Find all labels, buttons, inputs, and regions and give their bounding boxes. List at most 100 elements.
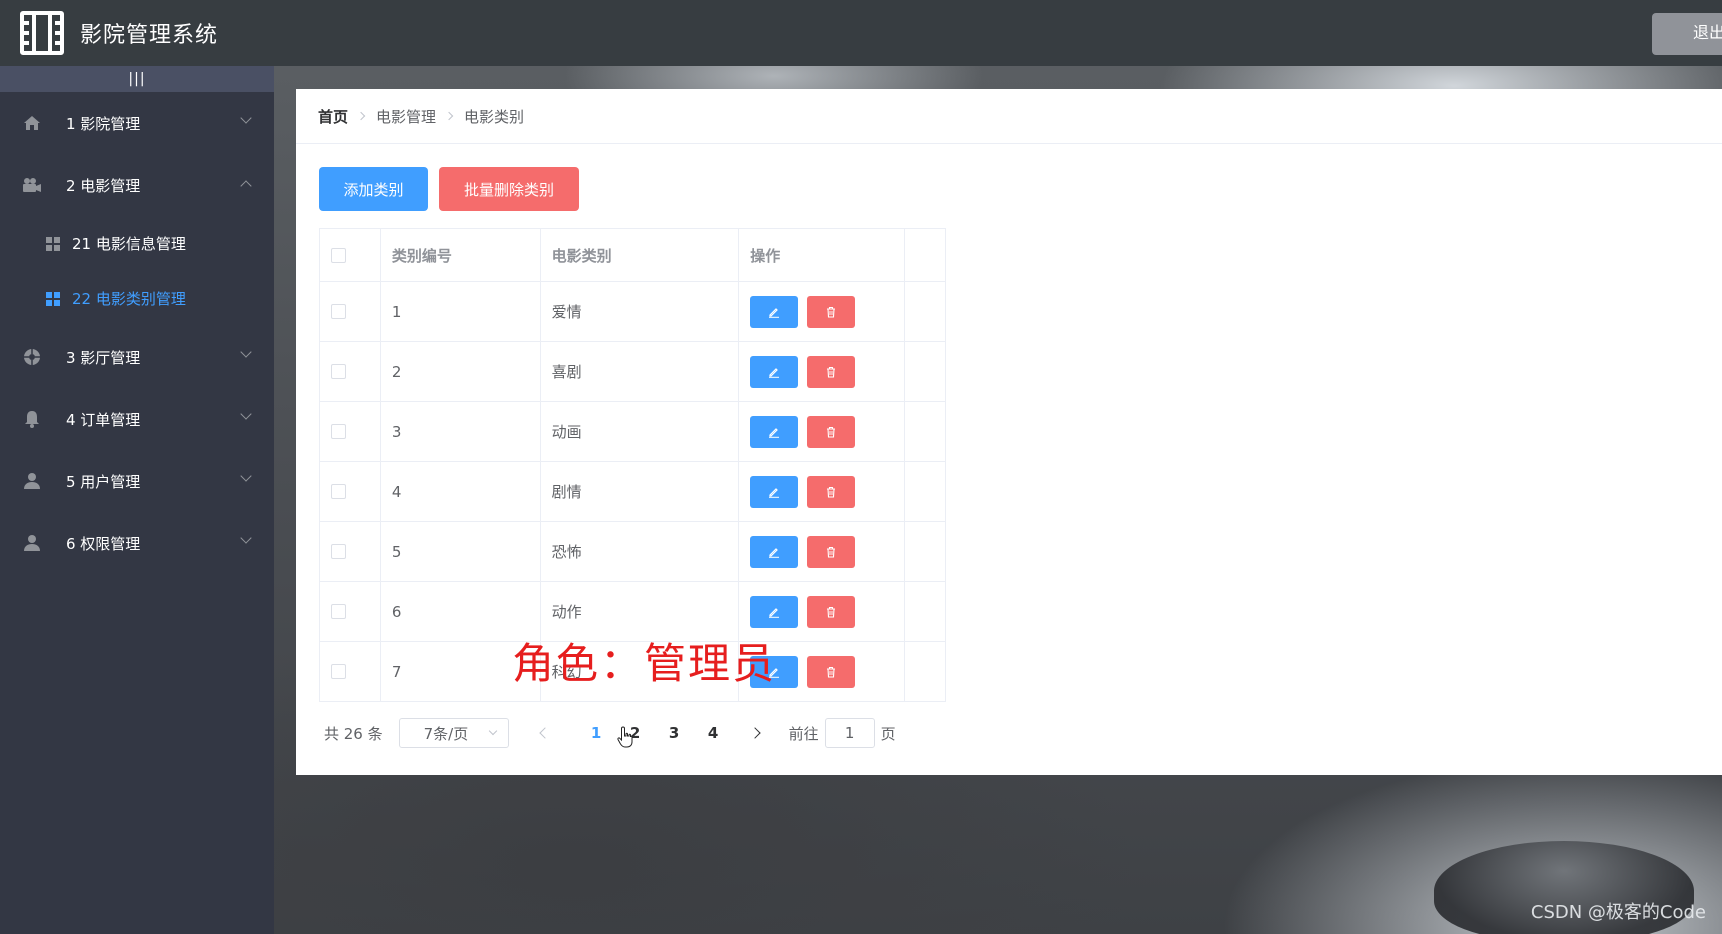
- sidebar-item-label: 3 影厅管理: [66, 348, 141, 367]
- row-select-cell: [319, 341, 381, 402]
- edit-button[interactable]: [750, 595, 799, 628]
- cell-category-id: 1: [380, 281, 541, 342]
- grid-icon: [46, 236, 60, 251]
- column-header-name: 电影类别: [540, 228, 740, 282]
- cell-filler: [904, 341, 946, 402]
- edit-button[interactable]: [750, 535, 799, 568]
- cell-filler: [904, 521, 946, 582]
- batch-delete-button[interactable]: 批量删除类别: [439, 167, 579, 211]
- sidebar-item-permission[interactable]: 6 权限管理: [0, 512, 274, 574]
- page-suffix-label: 页: [880, 724, 896, 743]
- chevron-right-icon: [444, 111, 454, 121]
- sidebar-subitem-movie-info[interactable]: 21 电影信息管理: [0, 216, 274, 271]
- delete-button[interactable]: [807, 655, 856, 688]
- row-checkbox[interactable]: [331, 604, 346, 619]
- cell-actions: [738, 341, 906, 402]
- sidebar-item-user[interactable]: 5 用户管理: [0, 450, 274, 512]
- row-checkbox[interactable]: [331, 484, 346, 499]
- grid-icon: [46, 291, 60, 306]
- prev-page-button[interactable]: [538, 727, 551, 739]
- row-select-cell: [319, 641, 381, 702]
- page-size-value: 7条/页: [423, 724, 469, 743]
- edit-icon: [769, 607, 780, 618]
- sidebar-item-label: 6 权限管理: [66, 534, 141, 553]
- breadcrumb-home[interactable]: 首页: [318, 106, 348, 127]
- table-header-row: 类别编号 电影类别 操作: [319, 228, 946, 282]
- row-checkbox[interactable]: [331, 364, 346, 379]
- edit-icon: [769, 307, 780, 318]
- edit-button[interactable]: [750, 355, 799, 388]
- role-overlay-text: 角色：管理员: [512, 639, 777, 688]
- delete-button[interactable]: [807, 295, 856, 328]
- edit-button[interactable]: [750, 295, 799, 328]
- cell-category-id: 2: [380, 341, 541, 402]
- pagination-total: 共 26 条: [324, 724, 383, 743]
- column-header-id: 类别编号: [380, 228, 541, 282]
- sidebar-subitem-movie-category[interactable]: 22 电影类别管理: [0, 271, 274, 326]
- sidebar-item-order[interactable]: 4 订单管理: [0, 388, 274, 450]
- breadcrumb-category: 电影类别: [464, 107, 525, 126]
- logout-button[interactable]: 退出: [1652, 13, 1722, 55]
- aperture-icon: [22, 347, 42, 367]
- page-3-button[interactable]: 3: [655, 724, 694, 742]
- cell-actions: [738, 521, 906, 582]
- edit-icon: [769, 487, 780, 498]
- cell-filler: [904, 581, 946, 642]
- select-all-checkbox[interactable]: [331, 247, 346, 263]
- sidebar-item-label: 5 用户管理: [66, 472, 141, 491]
- page-size-select[interactable]: 7条/页: [398, 718, 509, 748]
- delete-button[interactable]: [807, 355, 856, 388]
- page-4-button[interactable]: 4: [694, 724, 733, 742]
- row-checkbox[interactable]: [331, 544, 346, 559]
- delete-button[interactable]: [807, 595, 856, 628]
- row-checkbox[interactable]: [331, 424, 346, 439]
- edit-button[interactable]: [750, 475, 799, 508]
- sidebar-item-cinema[interactable]: 1 影院管理: [0, 92, 274, 154]
- column-filler: [904, 228, 946, 282]
- edit-button[interactable]: [750, 415, 799, 448]
- cell-filler: [904, 641, 946, 702]
- camera-icon: [22, 175, 42, 195]
- trash-icon: [827, 306, 836, 318]
- chevron-down-icon: [240, 346, 252, 358]
- watermark-text: CSDN @极客的Code: [1530, 902, 1706, 923]
- cell-filler: [904, 461, 946, 522]
- delete-button[interactable]: [807, 535, 856, 568]
- trash-icon: [827, 666, 836, 678]
- delete-button[interactable]: [807, 415, 856, 448]
- next-page-button[interactable]: [748, 727, 761, 739]
- table-row: 3 动画: [319, 401, 946, 462]
- trash-icon: [827, 606, 836, 618]
- user-icon: [22, 533, 42, 553]
- sidebar-item-movie[interactable]: 2 电影管理: [0, 154, 274, 216]
- sidebar-item-hall[interactable]: 3 影厅管理: [0, 326, 274, 388]
- edit-icon: [769, 547, 780, 558]
- trash-icon: [827, 546, 836, 558]
- row-select-cell: [319, 581, 381, 642]
- page-1-button[interactable]: 1: [577, 724, 616, 742]
- chevron-right-icon: [356, 111, 366, 121]
- sidebar-item-label: 4 订单管理: [66, 410, 141, 429]
- edit-icon: [769, 367, 780, 378]
- add-category-button[interactable]: 添加类别: [319, 167, 428, 211]
- film-logo-icon: [20, 11, 64, 55]
- select-all-cell: [319, 228, 381, 282]
- table-row: 2 喜剧: [319, 341, 946, 402]
- row-select-cell: [319, 281, 381, 342]
- cell-actions: [738, 401, 906, 462]
- edit-icon: [769, 427, 780, 438]
- cell-filler: [904, 401, 946, 462]
- chevron-down-icon: [240, 470, 252, 482]
- row-checkbox[interactable]: [331, 664, 346, 679]
- home-icon: [22, 113, 42, 133]
- row-checkbox[interactable]: [331, 304, 346, 319]
- sidebar-item-label: 1 影院管理: [66, 114, 141, 133]
- hand-cursor-icon: [617, 726, 633, 748]
- sidebar-toggle-button[interactable]: |||: [0, 66, 274, 92]
- toolbar: 添加类别 批量删除类别: [319, 167, 579, 211]
- cell-category-id: 4: [380, 461, 541, 522]
- goto-page-input[interactable]: [824, 718, 875, 748]
- cell-filler: [904, 281, 946, 342]
- row-select-cell: [319, 461, 381, 522]
- delete-button[interactable]: [807, 475, 856, 508]
